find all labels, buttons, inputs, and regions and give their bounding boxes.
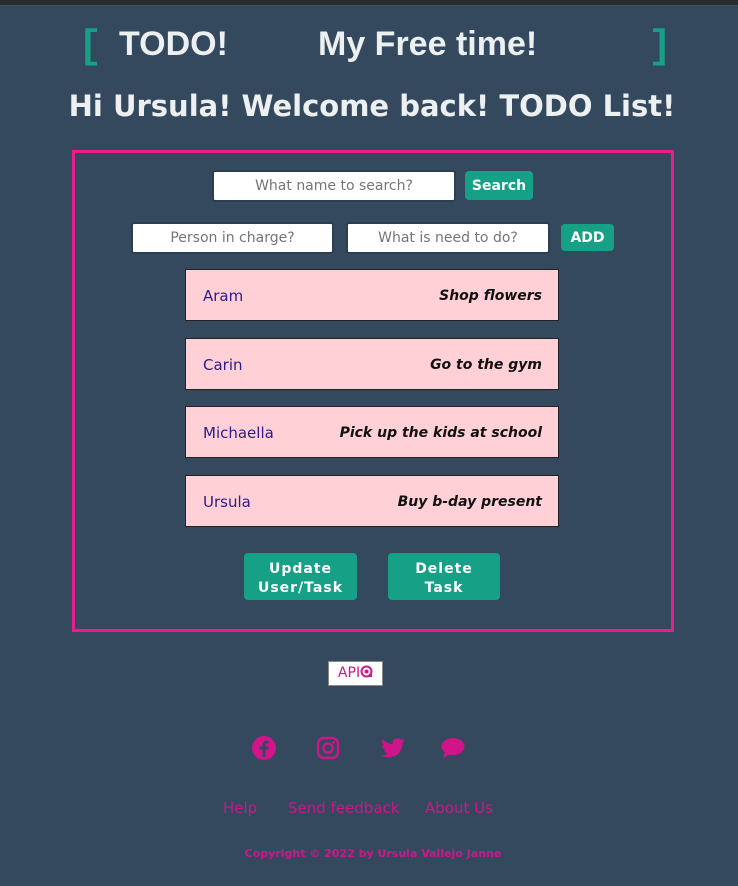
copyright: Copyright © 2022 by Ursula Vallejo Janne xyxy=(244,847,502,860)
api-label: API xyxy=(337,665,361,681)
task-input[interactable] xyxy=(346,222,550,254)
task-row[interactable]: Carin Go to the gym xyxy=(185,338,559,390)
task-description: Shop flowers xyxy=(439,288,542,304)
search-input[interactable] xyxy=(212,170,456,202)
chat-icon[interactable] xyxy=(440,735,468,763)
logo-todo-link[interactable]: TODO! xyxy=(119,24,228,64)
task-person: Michaella xyxy=(203,424,274,442)
task-description: Buy b-day present xyxy=(397,494,542,510)
task-row[interactable]: Ursula Buy b-day present xyxy=(185,475,559,527)
task-person: Carin xyxy=(203,356,243,374)
twitter-icon[interactable] xyxy=(380,735,408,763)
search-button[interactable]: Search xyxy=(465,171,533,200)
about-us-link[interactable]: About Us xyxy=(425,798,493,818)
task-person: Ursula xyxy=(203,493,251,511)
help-link[interactable]: Help xyxy=(223,798,257,818)
bracket-close: ] xyxy=(648,25,673,70)
task-person: Aram xyxy=(203,287,244,305)
instagram-icon[interactable] xyxy=(315,735,343,763)
logo-free-time-link[interactable]: My Free time! xyxy=(318,24,537,64)
delete-button[interactable]: Delete Task xyxy=(388,553,500,600)
update-label-line1: Update xyxy=(268,560,333,577)
api-link[interactable]: API xyxy=(328,661,383,686)
api-settings-icon xyxy=(360,665,373,678)
task-row[interactable]: Michaella Pick up the kids at school xyxy=(185,406,559,458)
send-feedback-link[interactable]: Send feedback xyxy=(288,798,399,818)
facebook-icon[interactable] xyxy=(251,735,279,763)
delete-label-line1: Delete xyxy=(415,560,473,577)
task-description: Pick up the kids at school xyxy=(339,425,542,441)
update-label-line2: User/Task xyxy=(257,579,344,596)
page-title: Hi Ursula! Welcome back! TODO List! xyxy=(68,89,676,123)
bracket-open: [ xyxy=(78,25,103,70)
task-row[interactable]: Aram Shop flowers xyxy=(185,269,559,321)
task-description: Go to the gym xyxy=(430,357,542,373)
delete-label-line2: Task xyxy=(424,579,464,596)
browser-top-strip xyxy=(0,0,738,6)
update-button[interactable]: Update User/Task xyxy=(244,553,357,600)
add-button[interactable]: ADD xyxy=(561,224,614,251)
person-input[interactable] xyxy=(131,222,334,254)
